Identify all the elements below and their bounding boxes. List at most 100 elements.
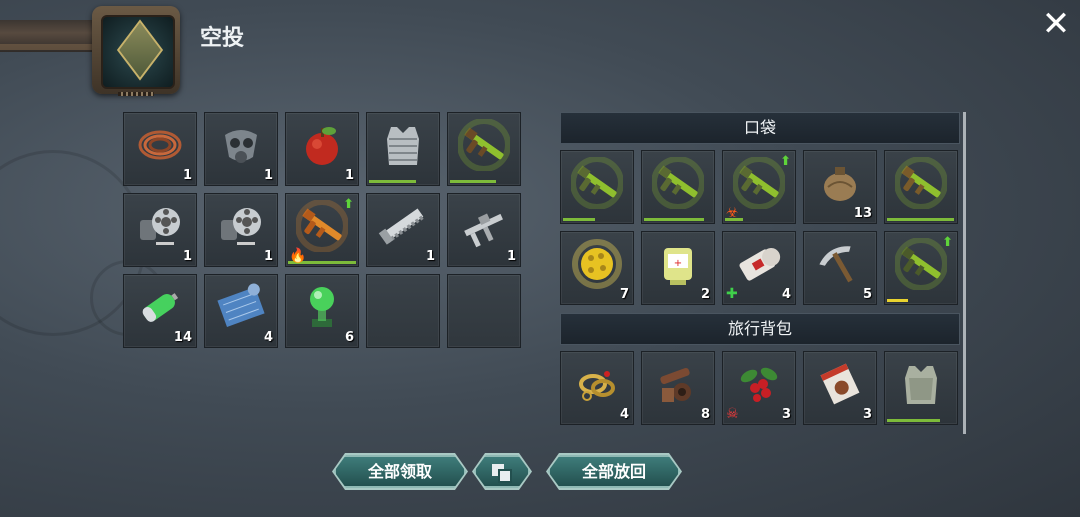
battery-icon [134, 281, 186, 337]
item-quantity: 4 [619, 407, 629, 422]
section-header-backpack: 旅行背包 [560, 313, 960, 345]
scrollbar[interactable] [963, 112, 966, 434]
pocket-item-slot[interactable] [560, 150, 634, 224]
airdrop-item-slot[interactable]: 1 [204, 193, 278, 267]
upgrade-arrow-icon: ⬆ [942, 235, 953, 250]
item-quantity: 6 [344, 330, 354, 345]
berries-icon [733, 358, 785, 414]
pocket-item-slot[interactable]: ⬆ ☣ [722, 150, 796, 224]
gas-mask-icon [215, 119, 267, 175]
durability-bar [887, 218, 954, 221]
crossbow-icon [894, 155, 948, 213]
canteen-icon [814, 157, 866, 213]
svg-text:+: + [674, 258, 682, 269]
spore-ball-icon [571, 238, 623, 294]
item-quantity: 13 [853, 206, 872, 221]
airdrop-item-slot[interactable]: 1 [123, 193, 197, 267]
medical-icon: ✚ [726, 286, 738, 302]
biohazard-icon: ☣ [726, 205, 739, 221]
upgrade-arrow-icon: ⬆ [780, 154, 791, 169]
assault-rifle-icon [570, 155, 624, 213]
sniper-rifle-icon [894, 236, 948, 294]
airdrop-item-slot[interactable]: 1 [366, 193, 440, 267]
assault-rifle-icon [651, 155, 705, 213]
item-quantity: 1 [263, 249, 273, 264]
green-orb-icon [296, 281, 348, 337]
pocket-item-slot[interactable] [641, 150, 715, 224]
decor-pipe [0, 44, 100, 50]
durability-bar [887, 419, 940, 422]
backpack-item-slot[interactable]: 8 [641, 351, 715, 425]
durability-bar [644, 218, 704, 221]
item-quantity: 5 [862, 287, 872, 302]
durability-bar [450, 180, 496, 183]
blueprint-icon [215, 281, 267, 337]
page-title: 空投 [200, 26, 245, 51]
bandage-icon [733, 238, 785, 294]
airdrop-item-slot[interactable]: 4 [204, 274, 278, 348]
blood-bag-icon: + [652, 238, 704, 294]
seed-packet-icon [814, 358, 866, 414]
item-quantity: 1 [263, 168, 273, 183]
item-quantity: 1 [506, 249, 516, 264]
wire-coil-icon [134, 119, 186, 175]
item-quantity: 1 [425, 249, 435, 264]
pickaxe-icon [814, 238, 866, 294]
assault-rifle-icon [732, 155, 786, 213]
durability-bar [369, 180, 416, 183]
backpack-item-slot[interactable]: 3 ☠ [722, 351, 796, 425]
close-icon[interactable]: ✕ [1040, 7, 1072, 41]
pocket-item-slot[interactable]: ⬆ [884, 231, 958, 305]
gas-mask-filter-icon [215, 200, 267, 256]
item-quantity: 4 [263, 330, 273, 345]
return-all-button[interactable]: 全部放回 [548, 455, 680, 488]
pocket-item-slot[interactable]: +2 [641, 231, 715, 305]
skull-icon: ☠ [726, 406, 739, 422]
body-armor-icon [895, 358, 947, 414]
airdrop-empty-slot[interactable] [366, 274, 440, 348]
airdrop-item-slot[interactable]: 6 [285, 274, 359, 348]
upgrade-arrow-icon: ⬆ [343, 197, 354, 212]
airdrop-item-slot[interactable]: 1 [123, 112, 197, 186]
airdrop-empty-slot[interactable] [447, 274, 521, 348]
item-quantity: 1 [344, 168, 354, 183]
item-quantity: 7 [619, 287, 629, 302]
item-quantity: 8 [700, 407, 710, 422]
apple-icon [296, 119, 348, 175]
scrap-parts-icon [652, 358, 704, 414]
item-quantity: 3 [862, 407, 872, 422]
vest-armor-icon [377, 119, 429, 175]
item-quantity: 2 [700, 287, 710, 302]
section-header-pocket: 口袋 [560, 112, 960, 144]
pocket-item-slot[interactable]: 4 ✚ [722, 231, 796, 305]
item-quantity: 3 [781, 407, 791, 422]
airdrop-item-slot[interactable] [366, 112, 440, 186]
airdrop-item-slot[interactable]: 1 [285, 112, 359, 186]
airdrop-item-slot[interactable] [447, 112, 521, 186]
item-quantity: 14 [173, 330, 192, 345]
gas-mask-filter-icon [134, 200, 186, 256]
item-quantity: 1 [182, 168, 192, 183]
airdrop-item-slot[interactable]: 14 [123, 274, 197, 348]
pocket-item-slot[interactable]: 13 [803, 150, 877, 224]
airdrop-item-slot[interactable]: 1 [204, 112, 278, 186]
hand-saw-icon [377, 200, 429, 256]
backpack-item-slot[interactable]: 3 [803, 351, 877, 425]
airdrop-item-slot[interactable]: ⬆ 🔥 [285, 193, 359, 267]
caliper-icon [458, 200, 510, 256]
pocket-item-slot[interactable] [884, 150, 958, 224]
airdrop-item-slot[interactable]: 1 [447, 193, 521, 267]
backpack-item-slot[interactable] [884, 351, 958, 425]
item-quantity: 4 [781, 287, 791, 302]
stack-sort-button[interactable] [474, 455, 530, 488]
take-all-button[interactable]: 全部领取 [334, 455, 466, 488]
durability-bar [563, 218, 595, 221]
pocket-item-slot[interactable]: 5 [803, 231, 877, 305]
durability-bar [887, 299, 908, 302]
shotgun-icon [457, 117, 511, 175]
backpack-item-slot[interactable]: 4 [560, 351, 634, 425]
fire-icon: 🔥 [289, 248, 307, 264]
pocket-item-slot[interactable]: 7 [560, 231, 634, 305]
stack-sort-icon [489, 461, 515, 485]
airdrop-crate-icon [92, 6, 180, 96]
